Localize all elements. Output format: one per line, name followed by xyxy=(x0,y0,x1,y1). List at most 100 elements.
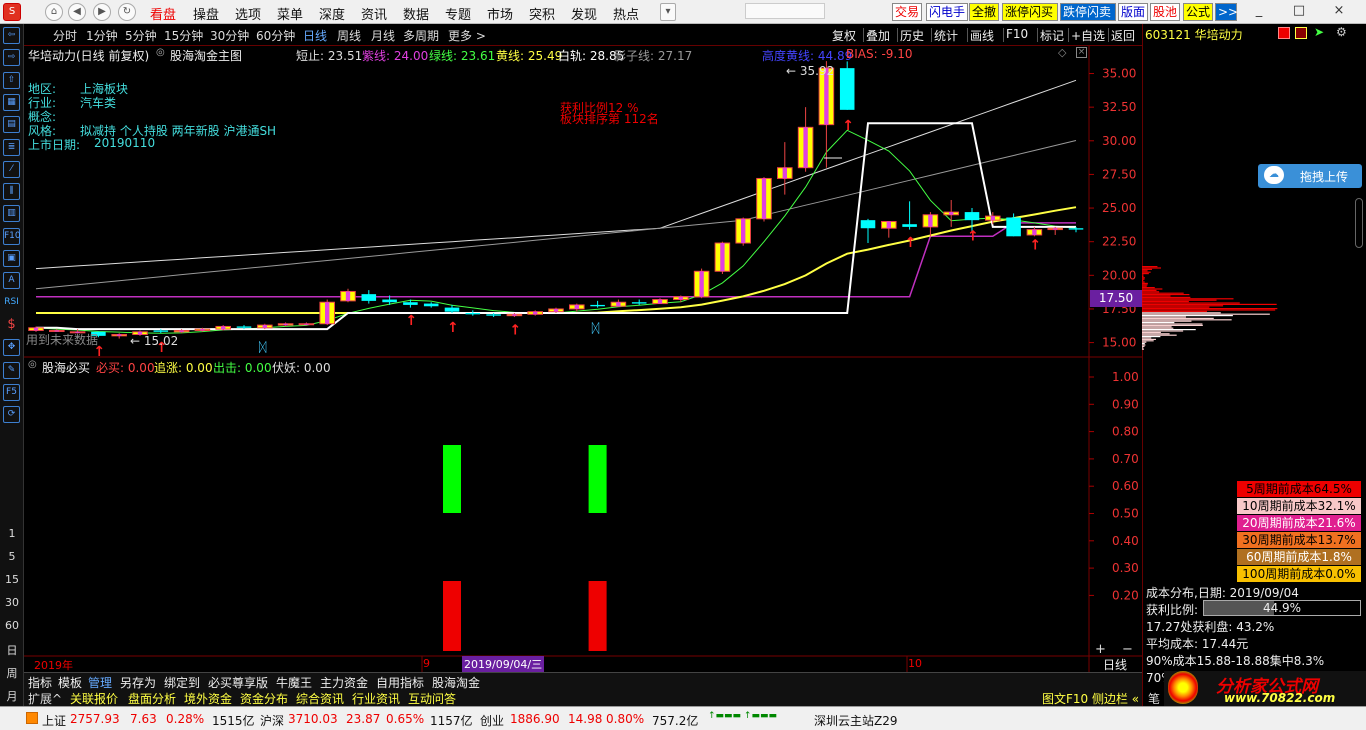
diamond-icon[interactable]: ◇ xyxy=(1058,46,1066,59)
grid-icon[interactable]: ▦ xyxy=(3,93,20,111)
main-kline-chart[interactable]: 35.00 32.50 30.00 27.50 25.00 22.50 20.00 17.50… xyxy=(24,46,1142,358)
chart-tool-2[interactable]: 历史 xyxy=(900,27,924,44)
period-tab-5[interactable]: 60分钟 xyxy=(256,27,295,44)
split-icon[interactable]: ▥ xyxy=(3,205,20,223)
period-shortcut-4[interactable]: 60 xyxy=(0,619,24,632)
server-label[interactable]: 深圳云主站Z29 xyxy=(814,712,898,729)
menu-item-7[interactable]: 市场 xyxy=(487,4,513,23)
close-icon[interactable]: × xyxy=(1076,47,1087,58)
toolbar-button-1[interactable]: 闪电手 xyxy=(926,3,968,21)
extension-tab-1[interactable]: 关联报价 xyxy=(70,690,118,707)
extension-tab-6[interactable]: 行业资讯 xyxy=(352,690,400,707)
menu-item-3[interactable]: 深度 xyxy=(319,4,345,23)
toolbar-button-3[interactable]: 涨停闪买 xyxy=(1002,3,1058,21)
chart-tool-0[interactable]: 复权 xyxy=(832,27,856,44)
extension-tab-0[interactable]: 扩展^ xyxy=(28,690,62,707)
refresh-icon[interactable]: ↻ xyxy=(118,3,136,21)
text-icon[interactable]: A xyxy=(3,272,20,290)
period-tab-6[interactable]: 日线 xyxy=(303,27,327,44)
back-icon[interactable]: ◀ xyxy=(68,3,86,21)
period-shortcut-5[interactable]: 日 xyxy=(0,642,24,658)
period-shortcut-7[interactable]: 月 xyxy=(0,688,24,704)
scroll-slider[interactable] xyxy=(1355,198,1363,248)
menu-item-10[interactable]: 热点 xyxy=(613,4,639,23)
window-maximize-icon[interactable]: □ xyxy=(1284,3,1314,18)
period-tab-10[interactable]: 更多 > xyxy=(448,27,486,44)
period-label[interactable]: 日线 xyxy=(1103,656,1127,673)
f5-icon[interactable]: F5 xyxy=(3,383,20,401)
refresh-icon[interactable]: ⟳ xyxy=(3,406,20,424)
home-icon[interactable]: ⌂ xyxy=(45,3,63,21)
extension-tab-7[interactable]: 互动问答 xyxy=(408,690,456,707)
upload-button[interactable]: ☁ 拖拽上传 xyxy=(1258,164,1362,188)
forward-arrow-icon[interactable]: ⇨ xyxy=(3,49,20,67)
sub-indicator-name[interactable]: 股海必买 xyxy=(42,359,90,376)
menu-item-5[interactable]: 数据 xyxy=(403,4,429,23)
window-minimize-icon[interactable]: _ xyxy=(1244,3,1274,18)
menu-item-9[interactable]: 发现 xyxy=(571,4,597,23)
menu-dropdown-icon[interactable]: ▾ xyxy=(660,3,676,21)
period-tab-7[interactable]: 周线 xyxy=(337,27,361,44)
sub-collapse-icon[interactable]: ◎ xyxy=(28,359,37,370)
menu-kanpan[interactable]: 看盘 xyxy=(150,4,176,23)
line-chart-icon[interactable]: ⁄ xyxy=(3,160,20,178)
back-arrow-icon[interactable]: ⇦ xyxy=(3,27,20,44)
period-shortcut-2[interactable]: 15 xyxy=(0,573,24,586)
market-icon[interactable] xyxy=(26,712,38,724)
search-input[interactable] xyxy=(745,3,825,19)
pen-icon[interactable]: ✎ xyxy=(3,361,20,379)
toolbar-button-4[interactable]: 跌停闪卖 xyxy=(1060,3,1116,21)
up-arrow-icon[interactable]: ⇧ xyxy=(3,71,20,89)
indicator-name[interactable]: 股海淘金主图 xyxy=(170,47,242,64)
period-tab-9[interactable]: 多周期 xyxy=(403,27,439,44)
menu-item-1[interactable]: 选项 xyxy=(235,4,261,23)
indicator-collapse-icon[interactable]: ◎ xyxy=(156,47,165,58)
chart-tool-1[interactable]: 叠加 xyxy=(866,27,890,44)
forward-icon[interactable]: ▶ xyxy=(93,3,111,21)
period-shortcut-1[interactable]: 5 xyxy=(0,550,24,563)
doc-icon[interactable]: ▣ xyxy=(3,250,20,267)
chart-tool-5[interactable]: F10 xyxy=(1006,27,1028,41)
toolbar-button-6[interactable]: 股池 xyxy=(1150,3,1180,21)
menu-item-4[interactable]: 资讯 xyxy=(361,4,387,23)
menu-item-8[interactable]: 突积 xyxy=(529,4,555,23)
period-tab-4[interactable]: 30分钟 xyxy=(210,27,249,44)
chart-tool-3[interactable]: 统计 xyxy=(934,27,958,44)
extension-tab-5[interactable]: 综合资讯 xyxy=(296,690,344,707)
toolbar-button-7[interactable]: 公式 xyxy=(1183,3,1213,21)
table-icon[interactable]: ▤ xyxy=(3,116,20,134)
dollar-icon[interactable]: $ xyxy=(3,317,20,334)
chart-mode-icon[interactable] xyxy=(1295,27,1307,39)
list-icon[interactable]: ≣ xyxy=(3,138,20,156)
toolbar-button-8[interactable]: >> xyxy=(1215,3,1238,21)
period-shortcut-0[interactable]: 1 xyxy=(0,527,24,540)
chart-tool-4[interactable]: 画线 xyxy=(970,27,994,44)
cross-icon[interactable]: ✥ xyxy=(3,339,20,357)
period-tab-2[interactable]: 5分钟 xyxy=(125,27,157,44)
chart-tool-6[interactable]: 标记 xyxy=(1040,27,1064,44)
zoom-out-icon[interactable]: − xyxy=(1122,642,1133,657)
toolbar-button-0[interactable]: 交易 xyxy=(892,3,922,21)
kline-mode-icon[interactable] xyxy=(1278,27,1290,39)
chart-tool-8[interactable]: 返回 xyxy=(1111,27,1135,44)
cost-mode-icon[interactable]: ➤ xyxy=(1314,25,1324,39)
period-tab-1[interactable]: 1分钟 xyxy=(86,27,118,44)
period-tab-3[interactable]: 15分钟 xyxy=(164,27,203,44)
period-tab-8[interactable]: 月线 xyxy=(371,27,395,44)
chart-tool-7[interactable]: +自选 xyxy=(1071,27,1105,44)
menu-item-0[interactable]: 操盘 xyxy=(193,4,219,23)
rsi-icon[interactable]: RSI xyxy=(3,295,20,312)
extension-tab-2[interactable]: 盘面分析 xyxy=(128,690,176,707)
period-shortcut-6[interactable]: 周 xyxy=(0,665,24,681)
extension-tab-3[interactable]: 境外资金 xyxy=(184,690,232,707)
toolbar-button-2[interactable]: 全撤 xyxy=(969,3,999,21)
period-shortcut-3[interactable]: 30 xyxy=(0,596,24,609)
toolbar-button-5[interactable]: 版面 xyxy=(1118,3,1148,21)
menu-item-2[interactable]: 菜单 xyxy=(277,4,303,23)
zoom-in-icon[interactable]: + xyxy=(1095,642,1106,657)
side-panel-toggle[interactable]: 图文F10 侧边栏 « xyxy=(1042,690,1139,707)
menu-item-6[interactable]: 专题 xyxy=(445,4,471,23)
pen-tab[interactable]: 笔 xyxy=(1148,690,1160,707)
settings-icon[interactable]: ⚙ xyxy=(1336,25,1347,39)
period-tab-0[interactable]: 分时 xyxy=(53,27,77,44)
